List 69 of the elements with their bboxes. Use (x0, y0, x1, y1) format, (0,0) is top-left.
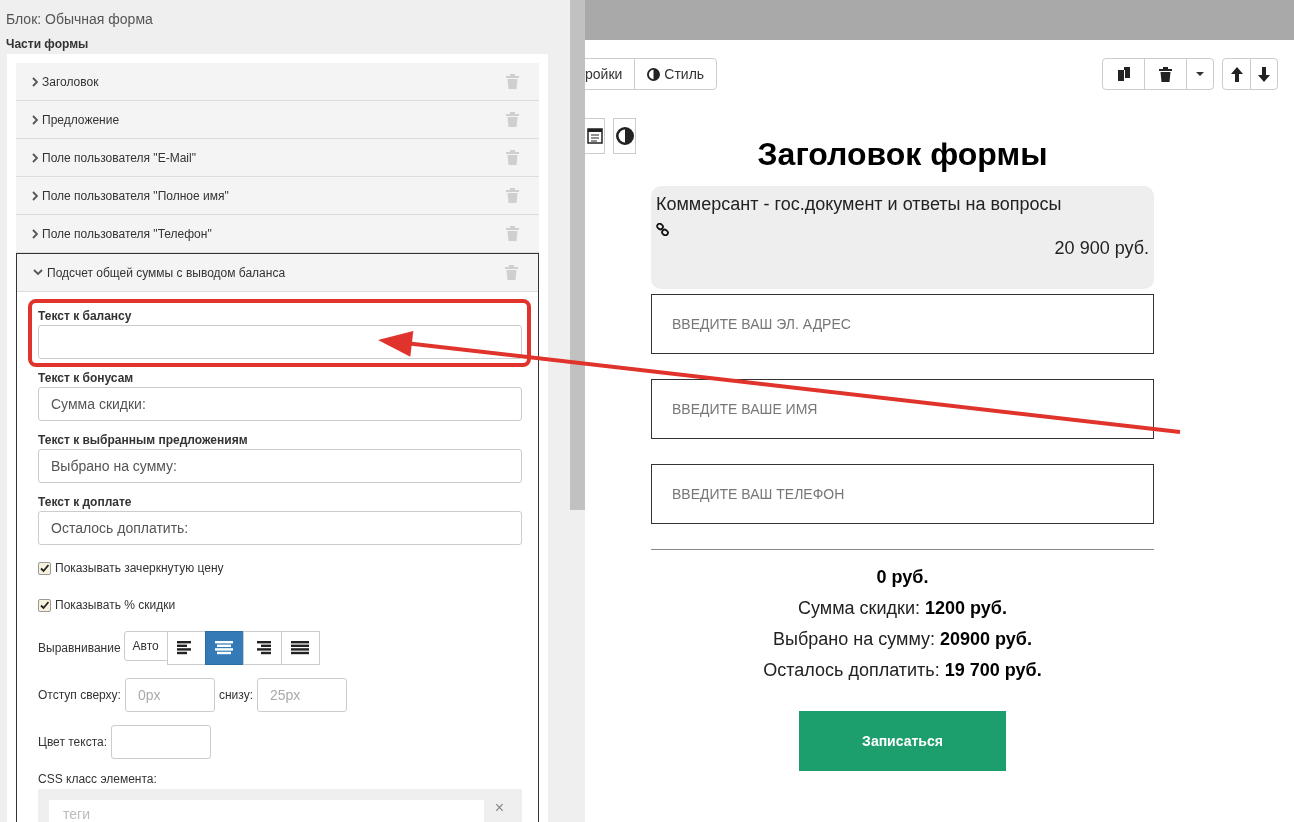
field-label: Текст к доплате (38, 495, 133, 511)
checkbox[interactable] (38, 598, 51, 612)
copy-icon (1116, 66, 1131, 82)
part-title[interactable]: Поле пользователя "E-Mail" (42, 150, 196, 165)
form-icon (586, 128, 603, 144)
dropdown-button[interactable] (1186, 58, 1214, 90)
checkbox[interactable] (38, 561, 51, 575)
move-down-button[interactable] (1250, 58, 1278, 90)
field-label: Текст к балансу (38, 309, 133, 325)
form-heading: Заголовок формы (756, 135, 1049, 174)
form-part-item[interactable]: Поле пользователя "Телефон" (16, 215, 539, 253)
part-title[interactable]: Поле пользователя "Телефон" (42, 226, 212, 241)
form-settings-button[interactable] (585, 118, 605, 154)
align-right-button[interactable] (242, 631, 282, 665)
move-up-button[interactable] (1222, 58, 1251, 90)
align-center-icon (215, 641, 234, 655)
summary-line: Выбрано на сумму: 20900 руб. (772, 628, 1033, 651)
text-input-field[interactable]: Выбрано на сумму: (38, 449, 522, 483)
arrow-up-icon (1230, 66, 1243, 82)
margin-bottom-input[interactable]: 25px (257, 678, 347, 712)
form-part-item[interactable]: Поле пользователя "Полное имя" (16, 177, 539, 215)
field-label: Текст к выбранным предложениям (38, 433, 249, 449)
part-title[interactable]: Предложение (42, 112, 120, 127)
checkbox-label: Показывать % скидки (55, 598, 176, 612)
auto-align-button[interactable]: Авто (123, 631, 168, 661)
arrow-down-icon (1258, 66, 1270, 82)
caret-icon (1196, 72, 1204, 76)
link-icon[interactable] (656, 223, 669, 236)
copy-button[interactable] (1102, 58, 1145, 90)
field-label: Текст к бонусам (38, 371, 135, 387)
text-color-input[interactable] (111, 725, 211, 759)
part-title[interactable]: Заголовок (42, 74, 99, 89)
section-label: Части формы (5, 36, 90, 53)
form-input-field[interactable]: ВВЕДИТЕ ВАШ ЭЛ. АДРЕС (651, 294, 1154, 354)
form-input-field[interactable]: ВВЕДИТЕ ВАШ ТЕЛЕФОН (651, 464, 1154, 524)
part-title[interactable]: Поле пользователя "Полное имя" (42, 188, 229, 203)
align-left-button[interactable] (166, 631, 206, 665)
scrollbar[interactable] (570, 0, 585, 822)
part-title[interactable]: Подсчет общей суммы с выводом баланса (47, 265, 286, 280)
tab[interactable]: ройки (585, 58, 636, 90)
checkbox-label: Показывать зачеркнутую цену (55, 561, 224, 575)
text-color-label: Цвет текста: (38, 735, 107, 749)
form-input-field[interactable]: ВВЕДИТЕ ВАШЕ ИМЯ (651, 379, 1154, 439)
form-part-item[interactable]: Поле пользователя "E-Mail" (16, 139, 539, 177)
text-input-field[interactable]: Сумма скидки: (38, 387, 522, 421)
offer-title: Коммерсант - гос.документ и ответы на вопросы (656, 194, 1063, 215)
margin-top-label: Отступ сверху: (38, 688, 121, 702)
align-justify-icon (291, 641, 310, 655)
delete-button[interactable] (1144, 58, 1187, 90)
style-button[interactable] (613, 118, 636, 154)
block-title: Блок: Обычная форма (5, 10, 154, 29)
summary-line: 0 руб. (875, 566, 930, 589)
alignment-label: Выравнивание (38, 641, 121, 655)
margin-bottom-label: снизу: (218, 688, 253, 702)
tab[interactable]: Стиль (634, 58, 718, 90)
text-input-field[interactable]: Осталось доплатить: (38, 511, 522, 545)
css-class-label: CSS класс элемента: (38, 772, 158, 786)
form-part-item[interactable]: Предложение (16, 101, 539, 139)
text-input-field[interactable] (38, 325, 522, 359)
summary-line: Сумма скидки: 1200 руб. (797, 597, 1008, 620)
contrast-icon (615, 127, 634, 145)
summary-line: Осталось доплатить: 19 700 руб. (762, 659, 1043, 682)
align-justify-button[interactable] (280, 631, 320, 665)
form-part-item[interactable]: Заголовок (16, 63, 539, 101)
margin-top-input[interactable]: 0px (124, 678, 215, 712)
offer-price: 20 900 руб. (1054, 238, 1149, 259)
align-center-button[interactable] (204, 631, 244, 665)
contrast-icon (647, 67, 661, 81)
trash-icon[interactable] (1159, 66, 1172, 82)
